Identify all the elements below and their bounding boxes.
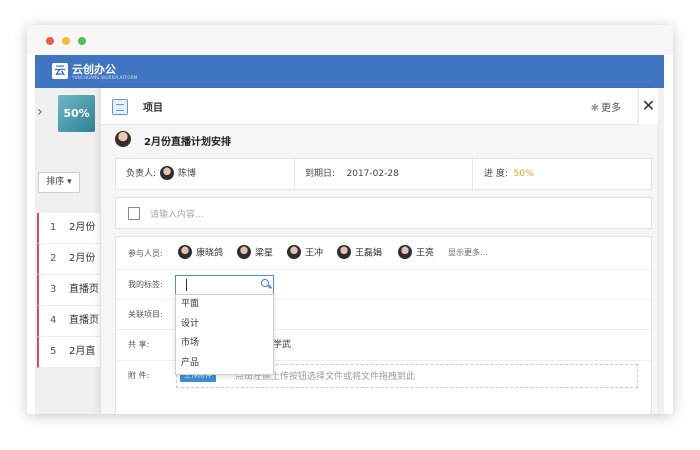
- share-label: 共 享:: [128, 340, 150, 349]
- panel-title: 项目: [143, 103, 163, 114]
- show-more-link[interactable]: 显示更多...: [448, 247, 488, 258]
- due-date-cell[interactable]: 到期日: 2017-02-28: [305, 159, 399, 189]
- participants-row: 参与人员: 康晓鸽 梁星 王冲 王磊娟 王亮 显示更多...: [116, 237, 651, 270]
- list-item-text: 直播页: [69, 315, 99, 326]
- list-item-number: 2: [50, 253, 57, 264]
- tag-dropdown: 平面 设计 市场 产品: [175, 294, 274, 375]
- task-detail-panel: 项目 ✱ 更多 ✕ 2月份直播计划安排 负责人: 陈博 到期日: 2017-02-2…: [100, 88, 658, 414]
- minimize-window-icon[interactable]: [62, 37, 70, 45]
- list-item-text: 2月直: [69, 346, 96, 357]
- comment-placeholder: 请输入内容...: [150, 210, 204, 220]
- comment-input[interactable]: 请输入内容...: [115, 197, 652, 229]
- app-subtitle: YUNCHUANG WORKPLATFORM: [72, 75, 138, 80]
- project-thumbnail[interactable]: 50%: [58, 95, 95, 132]
- divider: [294, 159, 295, 189]
- more-button[interactable]: ✱ 更多: [591, 99, 621, 114]
- task-info-row: 负责人: 陈博 到期日: 2017-02-28 进 度: 50%: [115, 158, 652, 190]
- participant[interactable]: 梁星: [237, 245, 273, 261]
- progress-value: 50%: [513, 169, 534, 179]
- app-logo-icon: 云: [52, 63, 68, 79]
- app-header: 云 云创办公 YUNCHUANG WORKPLATFORM: [35, 55, 664, 88]
- list-item-number: 3: [50, 284, 57, 295]
- list-item[interactable]: 5 2月直: [37, 337, 101, 368]
- maximize-window-icon[interactable]: [78, 37, 86, 45]
- project-icon: [112, 99, 128, 115]
- participant[interactable]: 康晓鸽: [178, 245, 223, 261]
- related-project-label: 关联项目:: [128, 310, 163, 319]
- list-item-text: 直播页: [69, 284, 99, 295]
- due-date-label: 到期日:: [305, 169, 336, 179]
- attachment-label: 附 件:: [128, 371, 150, 380]
- list-item[interactable]: 2 2月份: [37, 244, 101, 275]
- share-value[interactable]: 学武: [273, 337, 291, 350]
- list-item-text: 2月份: [69, 222, 96, 233]
- participant[interactable]: 王亮: [398, 245, 434, 261]
- list-item-text: 2月份: [69, 253, 96, 264]
- avatar: [337, 245, 351, 259]
- list-item[interactable]: 1 2月份: [37, 213, 101, 244]
- owner-name: 陈博: [178, 169, 197, 179]
- tag-option[interactable]: 市场: [176, 334, 273, 354]
- tag-option[interactable]: 产品: [176, 354, 273, 374]
- list-item-number: 4: [50, 315, 57, 326]
- task-fields: 参与人员: 康晓鸽 梁星 王冲 王磊娟 王亮 显示更多... 我的标签: 关联项…: [115, 236, 652, 414]
- participants-label: 参与人员:: [128, 249, 163, 258]
- task-title: 2月份直播计划安排: [144, 137, 231, 148]
- edit-icon: [128, 207, 140, 220]
- list-item[interactable]: 3 直播页: [37, 275, 101, 306]
- divider: [472, 159, 473, 189]
- gear-icon: ✱: [590, 103, 599, 114]
- avatar: [287, 245, 301, 259]
- owner-cell[interactable]: 负责人: 陈博: [126, 159, 196, 189]
- tag-search-input[interactable]: [175, 275, 274, 295]
- main-content: › 50% 排序 ▾ 1 2月份 2 2月份 3 直播页 4 直播页 5 2月直: [35, 88, 664, 414]
- more-label: 更多: [601, 103, 621, 114]
- tag-option[interactable]: 平面: [176, 295, 273, 315]
- sort-button[interactable]: 排序 ▾: [38, 172, 80, 193]
- progress-label: 进 度:: [484, 169, 508, 179]
- avatar: [237, 245, 251, 259]
- chevron-right-icon[interactable]: ›: [37, 104, 43, 120]
- avatar: [398, 245, 412, 259]
- participant[interactable]: 王磊娟: [337, 245, 382, 261]
- panel-header: 项目 ✱ 更多: [101, 88, 637, 125]
- due-date-value: 2017-02-28: [346, 169, 399, 179]
- task-list: 1 2月份 2 2月份 3 直播页 4 直播页 5 2月直: [37, 213, 101, 368]
- window-titlebar: [27, 25, 673, 55]
- close-window-icon[interactable]: [46, 37, 54, 45]
- close-panel-button[interactable]: ✕: [638, 88, 658, 124]
- app-window: 云 云创办公 YUNCHUANG WORKPLATFORM › 50% 排序 ▾…: [27, 25, 673, 414]
- progress-cell[interactable]: 进 度: 50%: [484, 159, 534, 189]
- text-cursor: [186, 279, 187, 291]
- list-item-number: 5: [50, 346, 57, 357]
- avatar: [115, 131, 131, 147]
- avatar: [160, 165, 175, 180]
- avatar: [178, 245, 192, 259]
- list-item[interactable]: 4 直播页: [37, 306, 101, 337]
- tag-option[interactable]: 设计: [176, 315, 273, 335]
- participant[interactable]: 王冲: [287, 245, 323, 261]
- search-icon[interactable]: [261, 279, 269, 287]
- tags-label: 我的标签:: [128, 280, 163, 289]
- list-item-number: 1: [50, 222, 57, 233]
- owner-label: 负责人:: [126, 169, 157, 179]
